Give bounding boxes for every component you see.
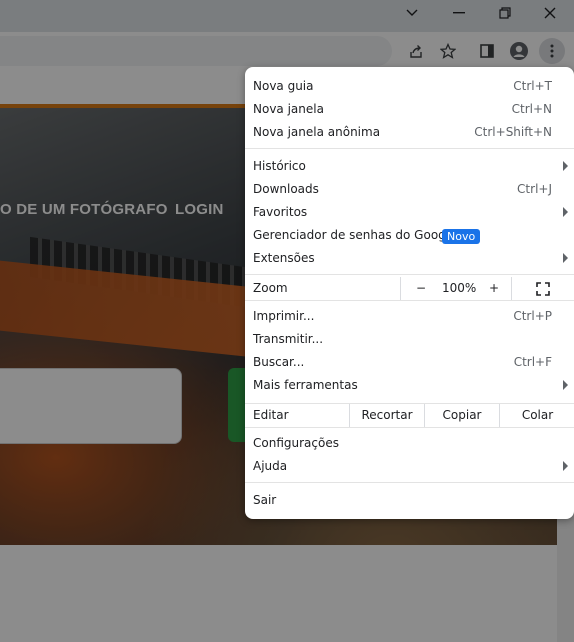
menu-item-more-tools[interactable]: Mais ferramentas — [245, 369, 574, 401]
menu-item-label: Configurações — [253, 436, 339, 450]
cut-button[interactable]: Recortar — [349, 404, 424, 427]
menu-item-cast[interactable]: Transmitir... — [245, 328, 574, 351]
menu-item-print[interactable]: Imprimir... Ctrl+P — [245, 305, 574, 328]
menu-item-label: Imprimir... — [253, 309, 315, 323]
menu-item-label: Nova guia — [253, 79, 314, 93]
zoom-in-button[interactable]: + — [489, 281, 499, 295]
menu-item-shortcut: Ctrl+J — [517, 182, 552, 196]
zoom-controls: − 100% + — [400, 277, 511, 300]
submenu-arrow-icon — [563, 461, 568, 471]
zoom-level: 100% — [442, 281, 477, 295]
menu-separator — [245, 274, 574, 275]
menu-item-history[interactable]: Histórico — [245, 155, 574, 178]
zoom-out-button[interactable]: − — [416, 281, 426, 295]
menu-item-help[interactable]: Ajuda — [245, 455, 574, 478]
menu-item-exit[interactable]: Sair — [245, 489, 574, 512]
menu-item-label: Zoom — [253, 281, 288, 295]
menu-item-zoom: Zoom − 100% + — [245, 277, 574, 300]
menu-separator — [245, 148, 574, 149]
menu-separator — [245, 300, 574, 301]
menu-item-shortcut: Ctrl+N — [511, 102, 552, 116]
menu-item-label: Transmitir... — [253, 332, 324, 346]
paste-button[interactable]: Colar — [499, 404, 574, 427]
menu-item-bookmarks[interactable]: Favoritos — [245, 201, 574, 224]
menu-item-edit: Editar Recortar Copiar Colar — [245, 404, 574, 427]
menu-item-extensions[interactable]: Extensões — [245, 247, 574, 270]
menu-item-new-window[interactable]: Nova janela Ctrl+N — [245, 98, 574, 121]
menu-item-label: Favoritos — [253, 205, 308, 219]
menu-item-password-manager[interactable]: Gerenciador de senhas do Google — [245, 224, 574, 247]
menu-item-shortcut: Ctrl+P — [513, 309, 552, 323]
menu-separator — [245, 482, 574, 483]
menu-item-label: Extensões — [253, 251, 315, 265]
menu-item-label: Histórico — [253, 159, 306, 173]
menu-separator — [245, 427, 574, 428]
menu-item-label: Nova janela anônima — [253, 125, 381, 139]
menu-item-settings[interactable]: Configurações — [245, 432, 574, 455]
new-badge: Novo — [442, 229, 481, 244]
submenu-arrow-icon — [563, 161, 568, 171]
fullscreen-button[interactable] — [511, 277, 574, 300]
menu-item-downloads[interactable]: Downloads Ctrl+J — [245, 178, 574, 201]
submenu-arrow-icon — [563, 207, 568, 217]
menu-item-label: Ajuda — [253, 459, 288, 473]
menu-item-shortcut: Ctrl+Shift+N — [474, 125, 552, 139]
submenu-arrow-icon — [563, 253, 568, 263]
menu-item-label: Buscar... — [253, 355, 305, 369]
menu-item-label: Editar — [253, 408, 289, 422]
menu-item-new-tab[interactable]: Nova guia Ctrl+T — [245, 75, 574, 98]
submenu-arrow-icon — [563, 380, 568, 390]
fullscreen-icon — [536, 282, 550, 296]
menu-item-incognito[interactable]: Nova janela anônima Ctrl+Shift+N — [245, 121, 574, 144]
menu-item-shortcut: Ctrl+F — [513, 355, 552, 369]
menu-item-label: Sair — [253, 493, 277, 507]
menu-item-label: Downloads — [253, 182, 319, 196]
menu-item-label: Mais ferramentas — [253, 378, 358, 392]
copy-button[interactable]: Copiar — [424, 404, 499, 427]
menu-item-label: Nova janela — [253, 102, 324, 116]
chrome-main-menu: Nova guia Ctrl+T Nova janela Ctrl+N Nova… — [245, 67, 574, 519]
menu-item-label: Gerenciador de senhas do Google — [253, 228, 457, 242]
menu-item-shortcut: Ctrl+T — [513, 79, 552, 93]
